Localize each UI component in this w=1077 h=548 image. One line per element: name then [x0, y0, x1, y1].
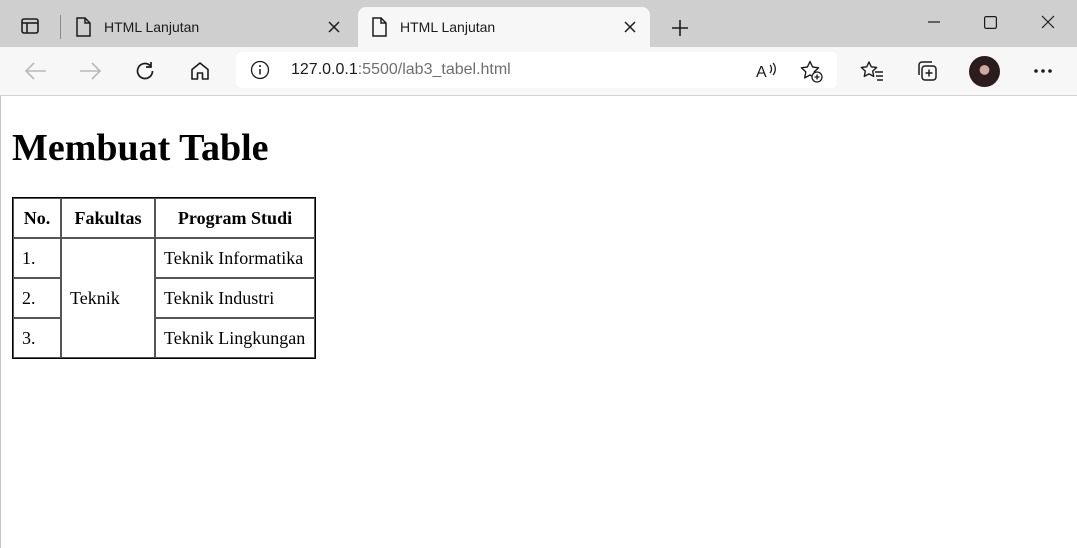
cell-no: 3. — [13, 318, 61, 358]
cell-no: 2. — [13, 278, 61, 318]
tab-strip: HTML Lanjutan HTML Lanjutan — [0, 0, 1077, 47]
tab-inactive[interactable]: HTML Lanjutan — [62, 7, 354, 47]
back-button[interactable] — [19, 54, 53, 88]
refresh-icon — [136, 62, 154, 80]
cell-no: 1. — [13, 238, 61, 278]
table-header-row: No. Fakultas Program Studi — [13, 198, 315, 238]
more-icon — [1034, 69, 1052, 73]
address-bar[interactable]: 127.0.0.1:5500/lab3_tabel.html A — [236, 52, 837, 88]
star-add-icon[interactable] — [799, 59, 823, 83]
header-no: No. — [13, 198, 61, 238]
cell-faculty: Teknik — [61, 238, 155, 358]
tab-title: HTML Lanjutan — [104, 19, 200, 35]
header-faculty: Fakultas — [61, 198, 155, 238]
close-icon[interactable] — [320, 13, 348, 41]
tab-title: HTML Lanjutan — [400, 19, 496, 35]
window-close-button[interactable] — [1020, 0, 1076, 44]
more-button[interactable] — [1026, 54, 1060, 88]
cell-program: Teknik Industri — [155, 278, 315, 318]
forward-arrow-icon — [80, 62, 101, 80]
url-path: :5500/lab3_tabel.html — [357, 61, 511, 78]
table-row: 3. Teknik Lingkungan — [13, 318, 315, 358]
page-icon — [74, 17, 92, 37]
read-aloud-icon[interactable]: A — [755, 59, 779, 83]
plus-icon — [672, 20, 688, 36]
cell-program: Teknik Informatika — [155, 238, 315, 278]
close-icon — [1041, 15, 1055, 29]
tab-active[interactable]: HTML Lanjutan — [358, 7, 650, 47]
table-row: 2. Teknik Industri — [13, 278, 315, 318]
minimize-icon — [928, 21, 940, 23]
page-heading: Membuat Table — [12, 127, 269, 169]
tab-separator — [60, 15, 61, 39]
header-program: Program Studi — [155, 198, 315, 238]
svg-text:A: A — [756, 64, 767, 81]
favorites-icon — [860, 61, 883, 81]
tab-actions-icon — [21, 18, 39, 34]
url-host: 127.0.0.1 — [291, 61, 358, 78]
table-row: 1. Teknik Teknik Informatika — [13, 238, 315, 358]
favorites-button[interactable] — [855, 54, 889, 88]
new-tab-button[interactable] — [664, 12, 696, 44]
tab-actions-button[interactable] — [12, 10, 48, 42]
collections-button[interactable] — [910, 54, 944, 88]
toolbar: 127.0.0.1:5500/lab3_tabel.html A — [0, 47, 1077, 96]
page-content: Membuat Table No. Fakultas Program Studi… — [0, 96, 1077, 548]
home-icon — [191, 62, 209, 80]
minimize-button[interactable] — [906, 0, 962, 44]
cell-program: Teknik Lingkungan — [155, 318, 315, 358]
back-arrow-icon — [25, 62, 46, 80]
faculty-table: No. Fakultas Program Studi 1. Teknik Tek… — [12, 197, 316, 359]
home-button[interactable] — [183, 54, 217, 88]
forward-button[interactable] — [73, 54, 107, 88]
collections-icon — [918, 61, 937, 81]
info-icon[interactable] — [250, 60, 270, 80]
refresh-button[interactable] — [128, 54, 162, 88]
url-text[interactable]: 127.0.0.1:5500/lab3_tabel.html — [291, 61, 511, 79]
page-icon — [370, 17, 388, 37]
close-icon[interactable] — [616, 13, 644, 41]
maximize-icon — [983, 15, 997, 29]
maximize-button[interactable] — [962, 0, 1018, 44]
avatar[interactable] — [969, 56, 1000, 87]
